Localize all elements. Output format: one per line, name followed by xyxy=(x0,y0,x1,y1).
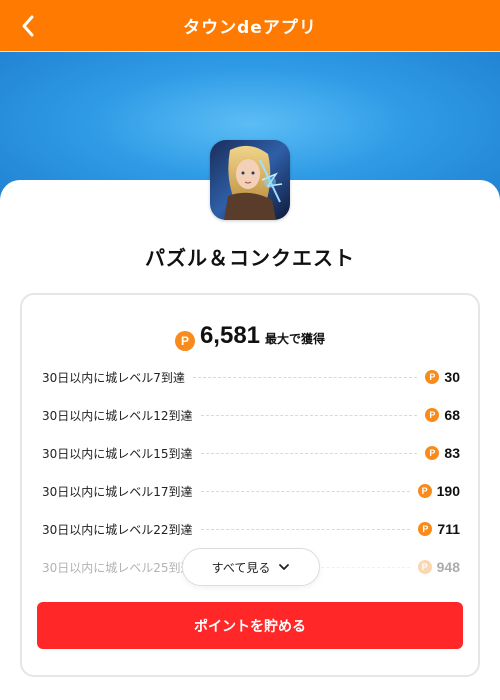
back-button[interactable] xyxy=(14,12,42,40)
dotted-leader xyxy=(200,414,418,416)
see-all-label: すべて見る xyxy=(211,560,271,575)
task-points-value: 190 xyxy=(436,483,460,499)
chevron-down-icon xyxy=(278,563,290,571)
task-points-value: 948 xyxy=(436,559,460,575)
task-label: 30日以内に城レベル15到達 xyxy=(42,446,193,461)
earn-points-button[interactable]: ポイントを貯める xyxy=(37,602,463,649)
point-coin-icon: P xyxy=(418,522,433,536)
header-bar: タウンdeアプリ xyxy=(0,0,500,51)
task-row: 30日以内に城レベル22到達 P 711 xyxy=(42,519,460,539)
point-coin-icon: P xyxy=(425,370,440,384)
task-points: P 190 xyxy=(417,483,460,499)
app-icon xyxy=(210,140,290,220)
total-points-suffix: 最大で獲得 xyxy=(265,332,326,346)
chevron-left-icon xyxy=(22,15,34,37)
total-points-value: 6,581 xyxy=(199,322,261,349)
task-points-value: 30 xyxy=(444,369,460,385)
task-label: 30日以内に城レベル7到達 xyxy=(42,370,185,385)
task-row: 30日以内に城レベル15到達 P 83 xyxy=(42,443,460,463)
point-coin-icon: P xyxy=(425,408,440,422)
task-row: 30日以内に城レベル12到達 P 68 xyxy=(42,405,460,425)
dotted-leader xyxy=(200,490,410,492)
dotted-leader xyxy=(192,376,418,378)
point-coin-icon: P xyxy=(417,560,432,574)
task-label: 30日以内に城レベル17到達 xyxy=(42,484,193,499)
task-points: P 948 xyxy=(417,559,460,575)
task-label: 30日以内に城レベル12到達 xyxy=(42,408,193,423)
task-points-value: 83 xyxy=(444,445,460,461)
dotted-leader xyxy=(200,528,411,530)
task-points: P 68 xyxy=(425,407,460,423)
see-all-button[interactable]: すべて見る xyxy=(182,548,320,586)
point-coin-icon: P xyxy=(417,484,432,498)
app-name: パズル＆コンクエスト xyxy=(145,246,355,270)
dotted-leader xyxy=(200,452,418,454)
total-points: P 6,581 最大で獲得 xyxy=(22,322,478,351)
task-points-value: 68 xyxy=(444,407,460,423)
task-points-value: 711 xyxy=(437,521,460,537)
task-label: 30日以内に城レベル25到達 xyxy=(42,560,193,575)
header-title: タウンdeアプリ xyxy=(183,18,317,38)
reward-card: P 6,581 最大で獲得 30日以内に城レベル7到達 P 30 30日以内に城… xyxy=(20,293,480,677)
point-coin-icon: P xyxy=(425,446,440,460)
task-label: 30日以内に城レベル22到達 xyxy=(42,522,193,537)
task-points: P 30 xyxy=(425,369,460,385)
task-row: 30日以内に城レベル17到達 P 190 xyxy=(42,481,460,501)
task-points: P 83 xyxy=(425,445,460,461)
point-coin-icon: P xyxy=(174,331,195,351)
task-row: 30日以内に城レベル7到達 P 30 xyxy=(42,367,460,387)
task-points: P 711 xyxy=(418,521,460,537)
